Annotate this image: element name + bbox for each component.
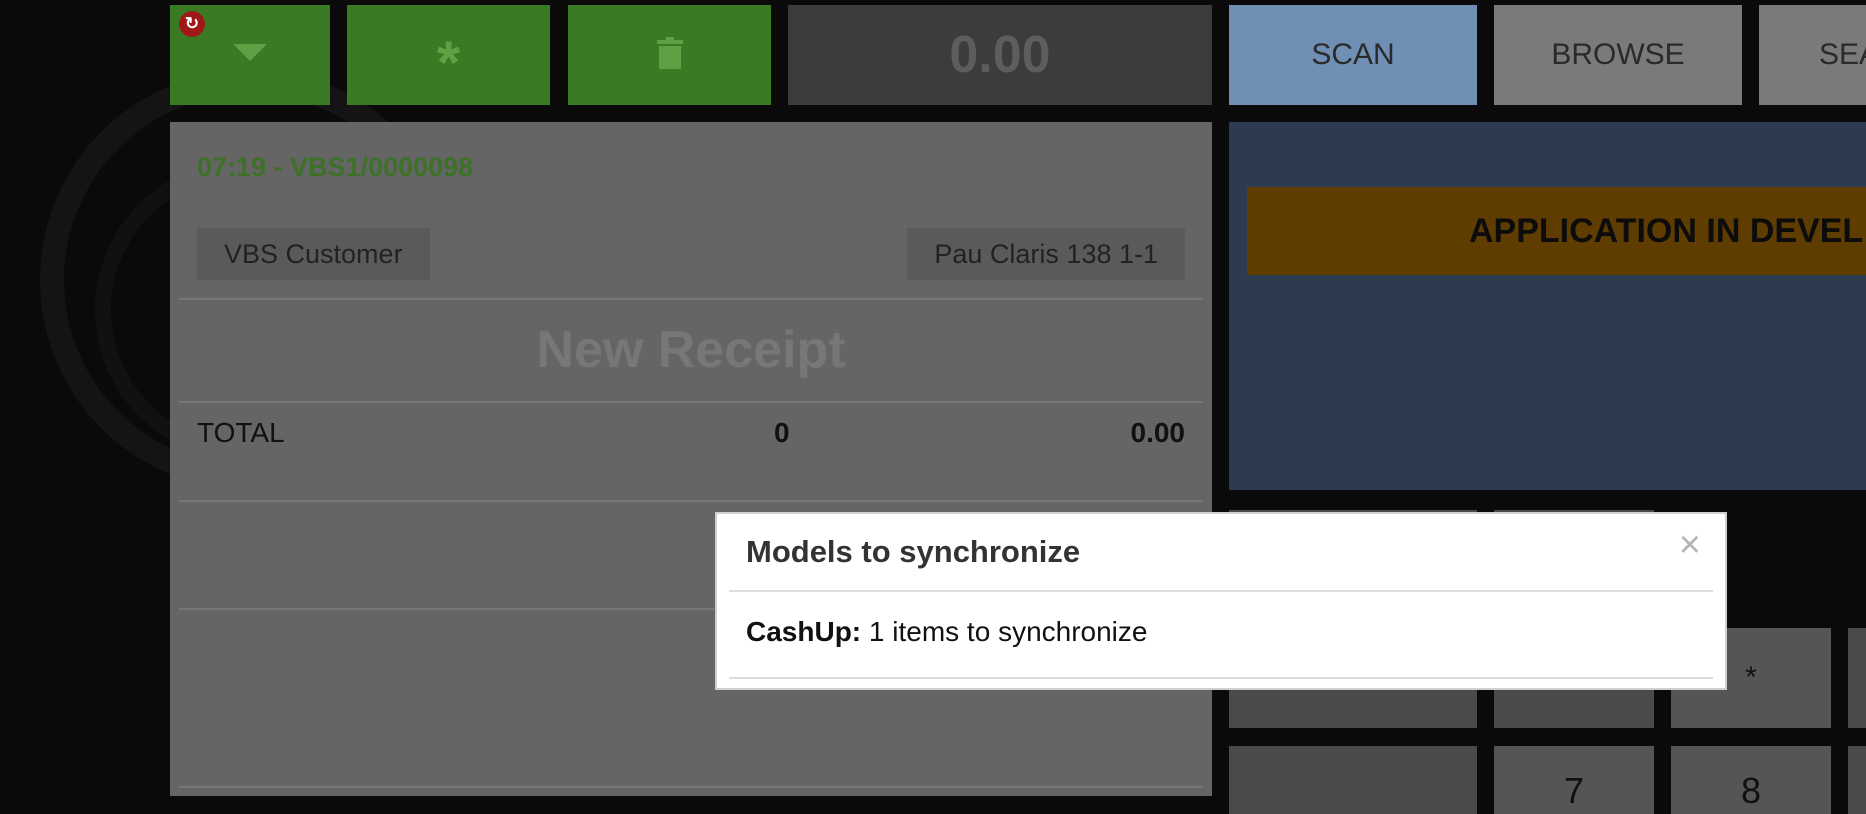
dialog-divider [729,677,1713,679]
total-amount-display: 0.00 [788,5,1212,105]
total-label: TOTAL [197,417,285,448]
tab-browse[interactable]: BROWSE [1494,5,1742,105]
key-label: 8 [1740,770,1762,811]
dialog-divider [729,590,1713,592]
receipt-title: New Receipt [536,321,846,379]
asterisk-label: * [436,29,461,96]
tab-search[interactable]: SEA [1759,5,1866,105]
keypad-key-7[interactable]: 7 [1494,746,1654,814]
key-label: * [1745,661,1757,694]
sync-icon: ↻ [184,14,200,33]
keypad-key[interactable] [1848,628,1866,728]
dialog-title: Models to synchronize [746,534,1081,569]
asterisk-button[interactable]: * [347,5,550,105]
divider [179,500,1203,502]
divider [179,401,1203,403]
address-button[interactable]: Pau Claris 138 1-1 [907,228,1185,280]
receipt-panel: 07:19 - VBS1/0000098 VBS Customer Pau Cl… [170,122,1212,796]
delete-button[interactable] [568,5,771,105]
tab-scan[interactable]: SCAN [1229,5,1477,105]
divider [179,298,1203,300]
sync-item-label: CashUp: [746,616,862,647]
receipt-header: 07:19 - VBS1/0000098 [197,152,474,182]
total-amount: 0.00 [1130,417,1186,448]
total-count: 0 [774,417,790,448]
keypad-key[interactable] [1229,746,1477,814]
divider [179,786,1203,788]
sync-item-text: 1 items to synchronize [861,616,1148,647]
trash-icon [656,36,683,74]
info-panel: APPLICATION IN DEVEL [1229,122,1866,490]
keypad-key-8[interactable]: 8 [1671,746,1831,814]
development-banner: APPLICATION IN DEVEL [1247,187,1866,275]
sync-models-dialog: Models to synchronize × CashUp: 1 items … [715,512,1727,690]
close-icon[interactable]: × [1679,524,1701,567]
keypad-key[interactable] [1848,746,1866,814]
caret-down-icon [233,43,267,67]
customer-button[interactable]: VBS Customer [197,228,430,280]
sync-status-badge[interactable]: ↻ [179,11,205,37]
key-label: 7 [1563,770,1585,811]
sync-item: CashUp: 1 items to synchronize [746,616,1147,648]
